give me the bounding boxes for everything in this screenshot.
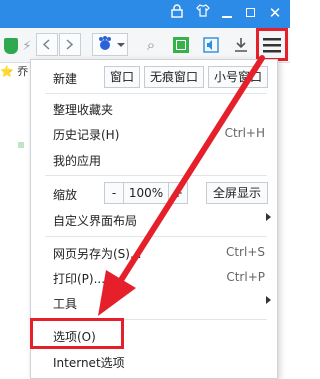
annotation-arrow-icon <box>98 55 265 316</box>
